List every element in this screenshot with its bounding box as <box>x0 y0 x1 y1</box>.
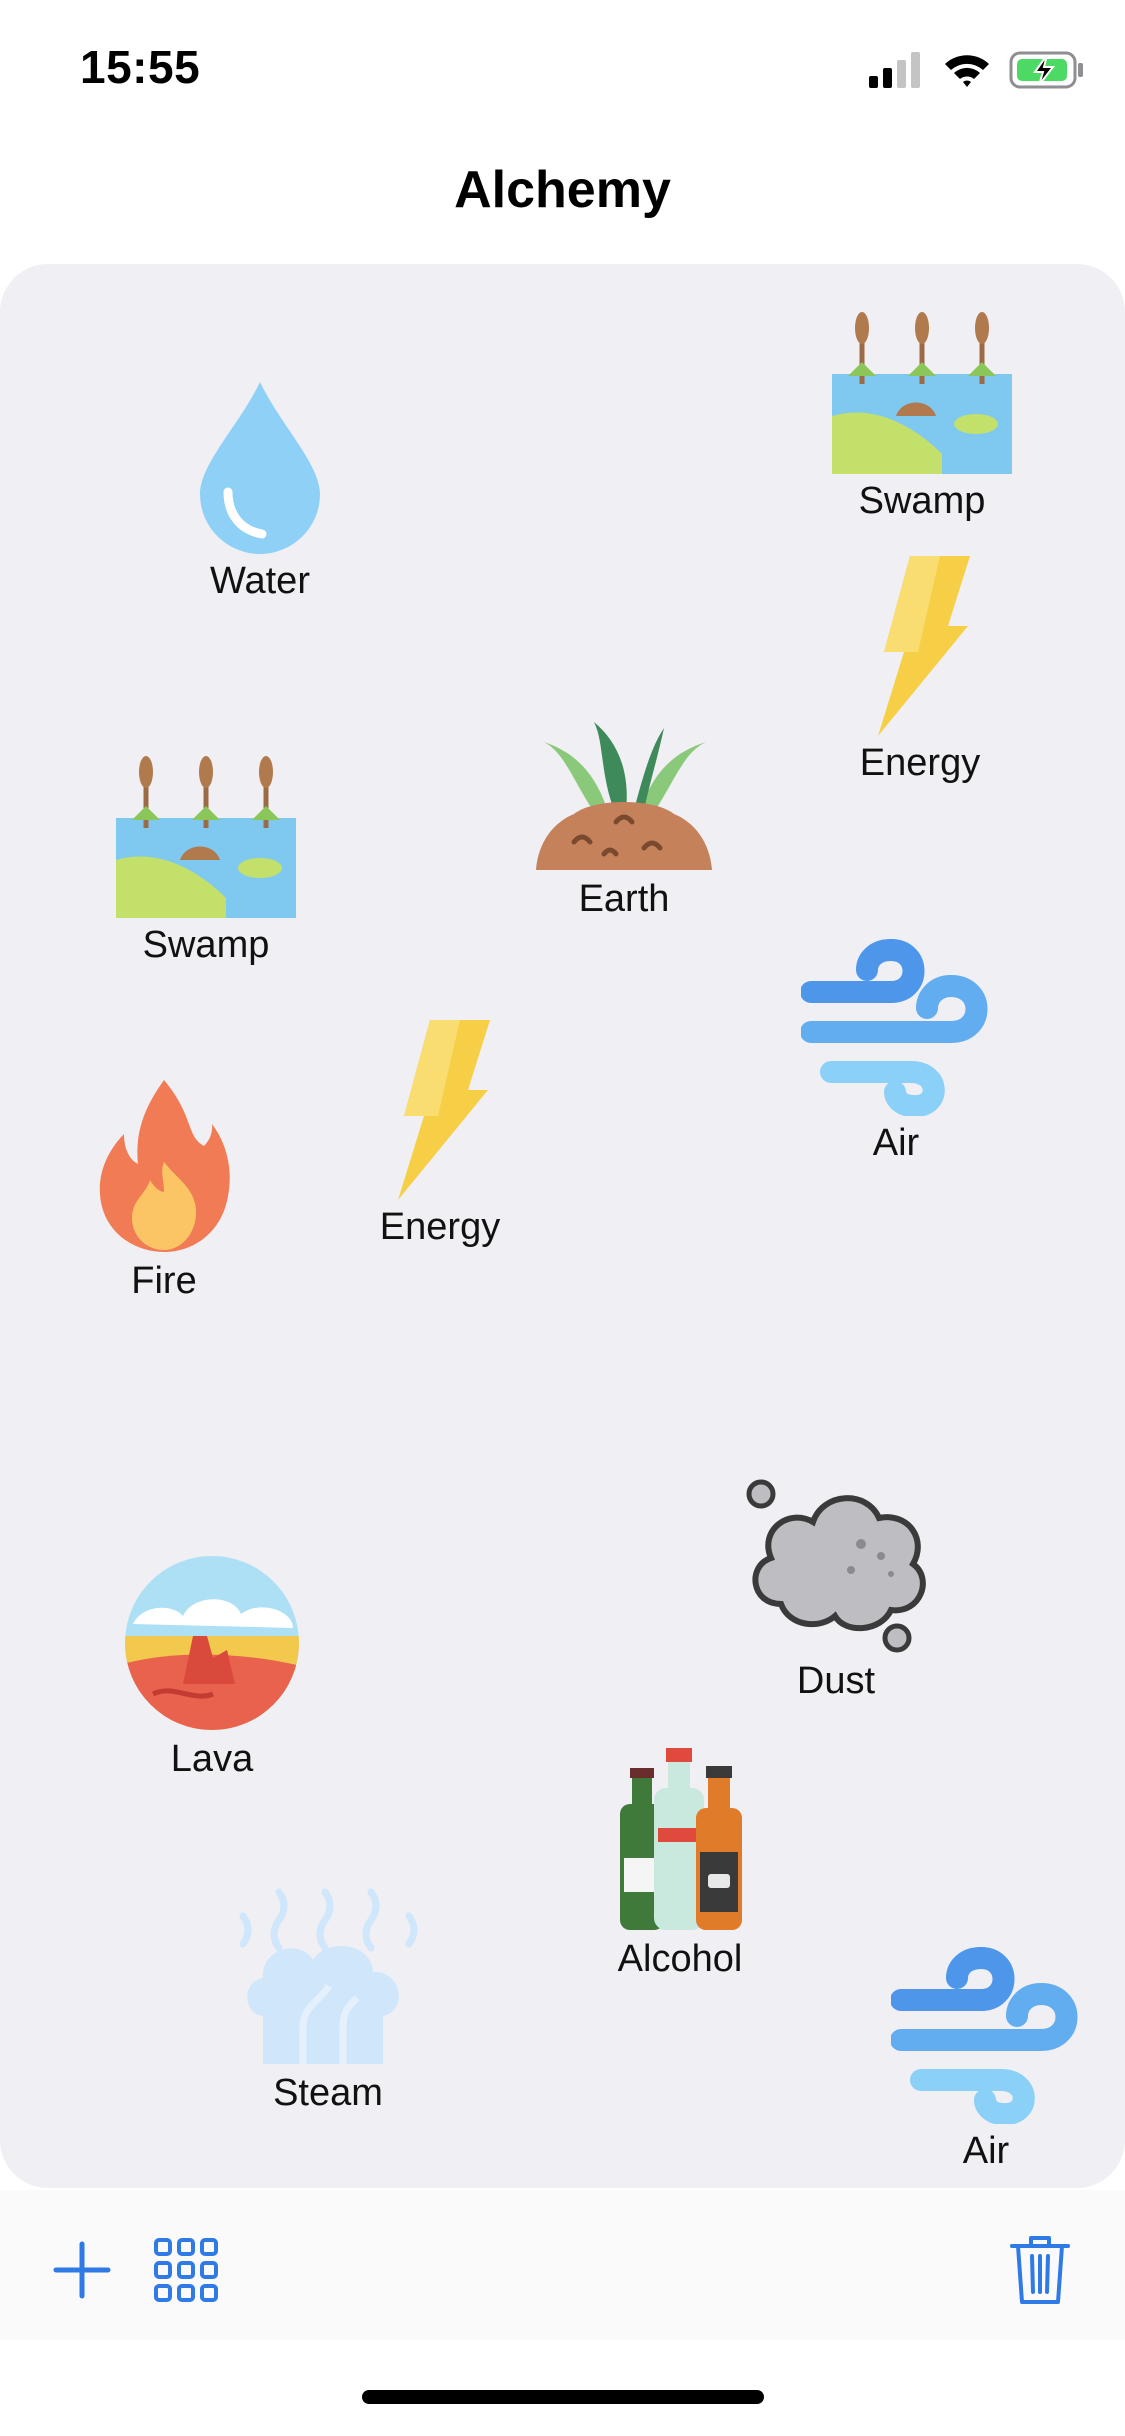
element-label: Energy <box>379 1206 501 1248</box>
element-label: Air <box>962 2130 1010 2172</box>
element-earth[interactable]: Earth <box>504 722 744 921</box>
element-fire[interactable]: Fire <box>44 1076 284 1303</box>
element-label: Dust <box>796 1660 876 1702</box>
element-label: Lava <box>170 1738 254 1780</box>
element-label: Swamp <box>142 924 270 966</box>
plus-icon <box>53 2241 111 2299</box>
dust-cloud-icon <box>746 1479 926 1653</box>
battery-charging-icon <box>1009 51 1083 89</box>
element-label: Energy <box>859 742 981 784</box>
lightning-icon <box>398 1020 490 1200</box>
water-drop-icon <box>200 382 320 554</box>
element-label: Earth <box>578 878 670 920</box>
add-element-button[interactable] <box>42 2230 122 2310</box>
wifi-icon <box>945 55 989 87</box>
wind-icon <box>801 938 988 1116</box>
bottles-icon <box>620 1748 742 1930</box>
earth-icon <box>536 722 712 870</box>
home-indicator[interactable] <box>362 2390 764 2404</box>
status-bar: 15:55 <box>0 0 1125 130</box>
bottom-toolbar <box>0 2190 1125 2340</box>
element-lava[interactable]: Lava <box>92 1554 332 1781</box>
alchemy-board[interactable]: Water Swamp Energy Swamp Earth Air Energ… <box>0 264 1125 2188</box>
element-swamp[interactable]: Swamp <box>802 304 1042 523</box>
element-label: Fire <box>131 1260 197 1302</box>
element-label: Alcohol <box>617 1938 743 1980</box>
fire-icon <box>99 1080 230 1252</box>
lava-icon <box>125 1556 299 1730</box>
element-water[interactable]: Water <box>140 374 380 603</box>
element-steam[interactable]: Steam <box>208 1886 448 2115</box>
status-time: 15:55 <box>80 41 201 93</box>
element-energy[interactable]: Energy <box>800 556 1040 785</box>
element-air[interactable]: Air <box>866 1944 1106 2173</box>
trash-icon <box>1010 2236 1070 2304</box>
element-label: Water <box>210 560 310 602</box>
element-label: Swamp <box>858 480 986 522</box>
lightning-icon <box>878 556 970 736</box>
element-label: Air <box>872 1122 920 1164</box>
element-air[interactable]: Air <box>776 936 1016 1165</box>
status-icons <box>869 48 1085 92</box>
cellular-signal-icon <box>869 52 920 88</box>
element-label: Steam <box>273 2072 383 2114</box>
element-alcohol[interactable]: Alcohol <box>560 1748 800 1981</box>
element-swamp[interactable]: Swamp <box>86 748 326 967</box>
element-dust[interactable]: Dust <box>716 1474 956 1703</box>
grid-icon <box>154 2238 218 2302</box>
page-title: Alchemy <box>454 161 671 219</box>
swamp-icon <box>832 312 1012 474</box>
element-energy[interactable]: Energy <box>320 1020 560 1249</box>
navigation-bar: Alchemy <box>0 160 1125 220</box>
steam-icon <box>239 1888 418 2064</box>
grid-view-button[interactable] <box>146 2230 226 2310</box>
wind-icon <box>891 1946 1078 2124</box>
swamp-icon <box>116 756 296 918</box>
clear-board-button[interactable] <box>1000 2230 1080 2310</box>
